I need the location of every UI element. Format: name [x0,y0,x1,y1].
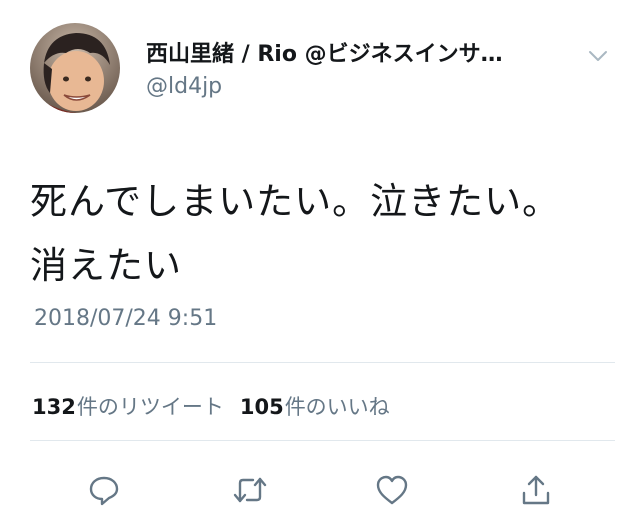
retweet-icon [233,477,267,503]
likes-label: 件のいいね [284,395,390,419]
display-name[interactable]: 西山里緒 / Rio @ビジネスインサ… [146,36,503,68]
retweets-label: 件のリツイート [76,395,224,419]
divider [30,362,615,363]
tweet-timestamp[interactable]: 2018/07/24 9:51 [34,306,217,331]
avatar[interactable] [30,23,120,113]
share-button[interactable] [514,468,558,512]
divider [30,440,615,441]
user-handle[interactable]: @ld4jp [146,74,222,99]
retweets-count: 132 [32,395,76,419]
retweet-button[interactable] [228,468,272,512]
tweet-stats: 132 件のリツイート 105 件のいいね [32,391,390,421]
action-bar [0,468,640,518]
chevron-down-icon[interactable] [586,44,610,68]
share-icon [522,475,550,505]
reply-button[interactable] [82,468,126,512]
tweet-text: 死んでしまいたい。泣きたい。消えたい [30,180,561,287]
like-icon [376,475,408,505]
reply-icon [89,476,119,506]
likes-count: 105 [239,395,284,419]
like-button[interactable] [370,468,414,512]
retweets-stat[interactable]: 132 件のリツイート [32,391,224,421]
avatar-image [30,23,120,113]
likes-stat[interactable]: 105 件のいいね [240,391,390,421]
